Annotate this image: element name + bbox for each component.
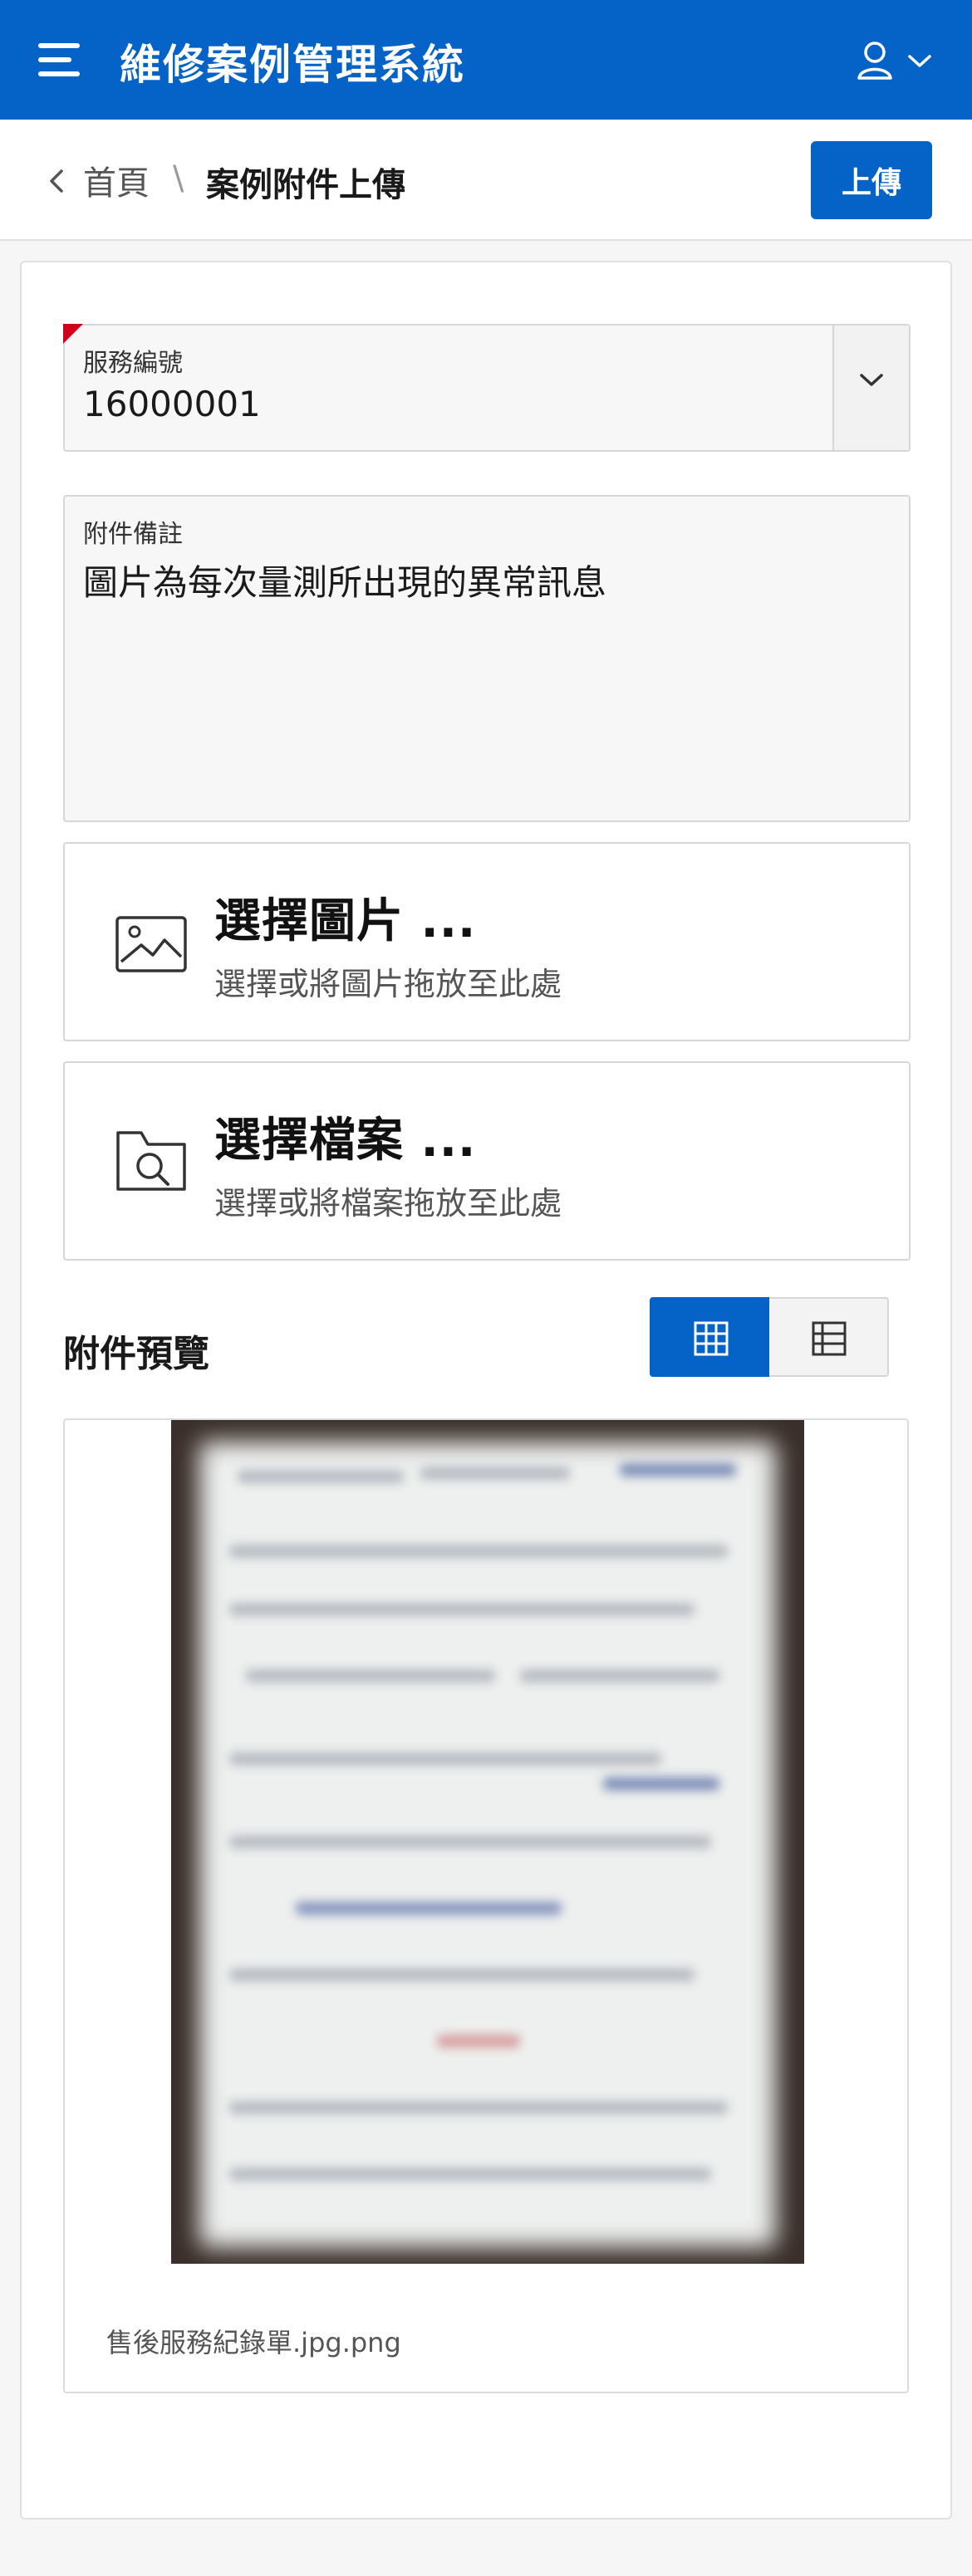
breadcrumb-separator: \ [173, 159, 184, 198]
attachment-thumbnail [171, 1420, 804, 2264]
attachment-note-field[interactable]: 附件備註 圖片為每次量測所出現的異常訊息 [63, 495, 911, 822]
service-no-label: 服務編號 [83, 349, 183, 378]
attachment-note-textarea[interactable]: 圖片為每次量測所出現的異常訊息 [83, 555, 606, 605]
hamburger-menu-icon[interactable] [38, 43, 80, 76]
view-toggle [650, 1297, 889, 1377]
service-no-field[interactable]: 服務編號 16000001 [63, 324, 911, 452]
app-title: 維修案例管理系統 [120, 41, 465, 89]
page-title: 案例附件上傳 [206, 166, 405, 204]
app-header: 維修案例管理系統 [0, 0, 972, 120]
list-view-button[interactable] [769, 1297, 889, 1377]
file-dropzone-subtitle: 選擇或將檔案拖放至此處 [214, 1185, 562, 1222]
user-icon [857, 42, 892, 80]
table-icon [812, 1321, 847, 1356]
service-no-value[interactable]: 16000001 [83, 384, 261, 424]
image-dropzone-subtitle: 選擇或將圖片拖放至此處 [214, 966, 562, 1002]
file-dropzone[interactable]: 選擇檔案 ... 選擇或將檔案拖放至此處 [63, 1061, 911, 1261]
chevron-down-icon [908, 55, 931, 67]
service-no-dropdown-button[interactable] [832, 326, 909, 450]
required-indicator [63, 324, 83, 344]
breadcrumb-home[interactable]: 首頁 [83, 156, 150, 204]
chevron-down-icon [860, 374, 883, 386]
image-icon [115, 916, 187, 972]
chevron-left-icon[interactable] [47, 164, 66, 198]
preview-section-title: 附件預覽 [63, 1333, 209, 1375]
folder-search-icon [116, 1131, 186, 1191]
attachment-caption: 售後服務紀錄單.jpg.png [106, 2327, 401, 2358]
upload-button[interactable]: 上傳 [811, 141, 932, 219]
grid-icon [694, 1321, 729, 1356]
image-dropzone-title: 選擇圖片 ... [214, 894, 477, 948]
attachment-note-label: 附件備註 [83, 520, 183, 549]
user-menu[interactable] [856, 40, 939, 81]
file-dropzone-title: 選擇檔案 ... [214, 1114, 477, 1168]
grid-view-button[interactable] [650, 1297, 769, 1377]
image-dropzone[interactable]: 選擇圖片 ... 選擇或將圖片拖放至此處 [63, 842, 911, 1041]
breadcrumb-bar: 首頁 \ 案例附件上傳 上傳 [0, 120, 972, 241]
attachment-preview-item[interactable]: 售後服務紀錄單.jpg.png [63, 1418, 909, 2393]
